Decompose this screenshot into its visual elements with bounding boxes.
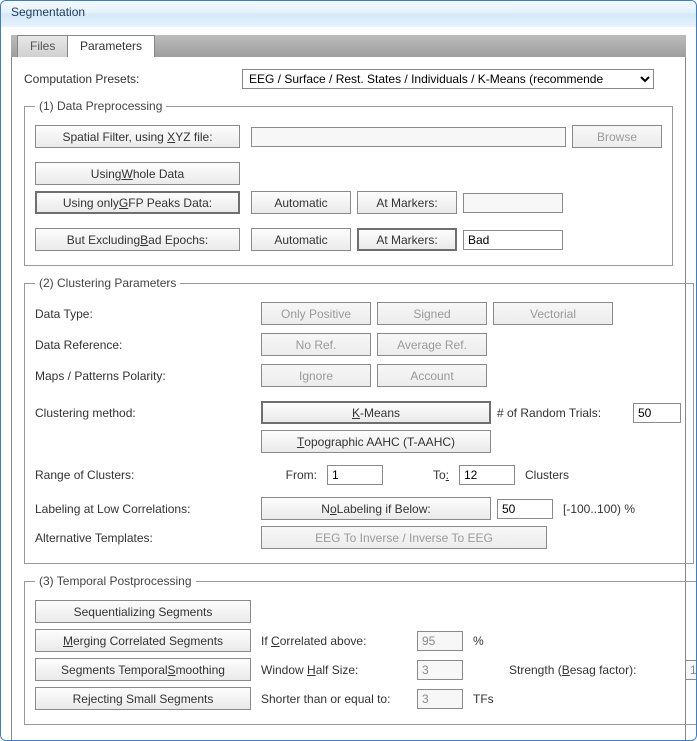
no-labeling-input[interactable]	[497, 499, 553, 519]
range-label: Range of Clusters:	[35, 468, 255, 482]
no-labeling-button[interactable]: No Labeling if Below:	[261, 497, 491, 520]
client-area: Files Parameters Computation Presets: EE…	[1, 27, 696, 741]
section-postprocessing: (3) Temporal Postprocessing Sequentializ…	[24, 574, 697, 725]
method-label: Clustering method:	[35, 406, 255, 420]
to-input[interactable]	[459, 465, 515, 485]
exclude-bad-toggle[interactable]: But Excluding Bad Epochs:	[35, 228, 240, 251]
merge-toggle[interactable]: Merging Correlated Segments	[35, 629, 251, 652]
section-preprocessing: (1) Data Preprocessing Spatial Filter, u…	[24, 99, 673, 266]
bad-markers-input[interactable]	[463, 230, 563, 250]
spatial-filter-toggle[interactable]: Spatial Filter, using XYZ file:	[35, 125, 240, 148]
to-label: To:	[393, 468, 453, 482]
tab-parameters[interactable]: Parameters	[67, 35, 155, 57]
section2-legend: (2) Clustering Parameters	[35, 276, 180, 290]
if-corr-input	[417, 631, 463, 651]
ignore-button: Ignore	[261, 364, 371, 387]
data-type-label: Data Type:	[35, 307, 255, 321]
presets-select[interactable]: EEG / Surface / Rest. States / Individua…	[242, 69, 654, 89]
alt-templates-label: Alternative Templates:	[35, 531, 255, 545]
presets-label: Computation Presets:	[24, 72, 236, 86]
parameters-panel: Computation Presets: EEG / Surface / Res…	[11, 57, 686, 741]
tab-strip: Files Parameters	[11, 35, 686, 57]
pct-label: %	[473, 634, 503, 648]
labeling-label: Labeling at Low Correlations:	[35, 502, 255, 516]
strength-label: Strength (Besag factor):	[509, 663, 679, 677]
polarity-label: Maps / Patterns Polarity:	[35, 369, 255, 383]
vectorial-button: Vectorial	[493, 302, 613, 325]
whole-data-toggle[interactable]: Using Whole Data	[35, 162, 240, 185]
if-corr-label: If Correlated above:	[261, 634, 411, 648]
random-trials-label: # of Random Trials:	[497, 406, 627, 420]
kmeans-button[interactable]: K-Means	[261, 401, 491, 424]
bad-automatic-button[interactable]: Automatic	[251, 228, 351, 251]
gfp-peaks-toggle[interactable]: Using only GFP Peaks Data:	[35, 191, 240, 214]
bad-at-markers-button[interactable]: At Markers:	[357, 228, 457, 251]
section-clustering: (2) Clustering Parameters Data Type: Onl…	[24, 276, 694, 564]
gfp-automatic-button[interactable]: Automatic	[251, 191, 351, 214]
segmentation-window: Segmentation Files Parameters Computatio…	[0, 0, 697, 741]
win-half-input	[417, 660, 463, 680]
clusters-label: Clusters	[525, 468, 625, 482]
from-label: From:	[261, 468, 321, 482]
from-input[interactable]	[327, 465, 383, 485]
data-ref-label: Data Reference:	[35, 338, 255, 352]
shorter-input	[417, 689, 463, 709]
tfs-label: TFs	[473, 692, 503, 706]
window-title: Segmentation	[1, 1, 696, 27]
gfp-markers-input	[463, 193, 563, 213]
section3-legend: (3) Temporal Postprocessing	[35, 574, 196, 588]
gfp-at-markers-button[interactable]: At Markers:	[357, 191, 457, 214]
strength-input	[685, 660, 697, 680]
random-trials-input[interactable]	[633, 403, 681, 423]
alt-templates-button: EEG To Inverse / Inverse To EEG	[261, 526, 547, 549]
only-positive-button: Only Positive	[261, 302, 371, 325]
reject-toggle[interactable]: Rejecting Small Segments	[35, 687, 251, 710]
win-half-label: Window Half Size:	[261, 663, 411, 677]
sequentialize-toggle[interactable]: Sequentializing Segments	[35, 600, 251, 623]
smoothing-toggle[interactable]: Segments Temporal Smoothing	[35, 658, 251, 681]
range-pct-label: [-100..100) %	[563, 502, 683, 516]
taahc-button[interactable]: Topographic AAHC (T-AAHC)	[261, 430, 491, 453]
shorter-label: Shorter than or equal to:	[261, 692, 411, 706]
xyz-file-input	[251, 127, 566, 147]
tab-files[interactable]: Files	[17, 35, 68, 57]
avg-ref-button: Average Ref.	[377, 333, 487, 356]
account-button: Account	[377, 364, 487, 387]
section1-legend: (1) Data Preprocessing	[35, 99, 166, 113]
browse-button: Browse	[572, 125, 662, 148]
signed-button: Signed	[377, 302, 487, 325]
no-ref-button: No Ref.	[261, 333, 371, 356]
